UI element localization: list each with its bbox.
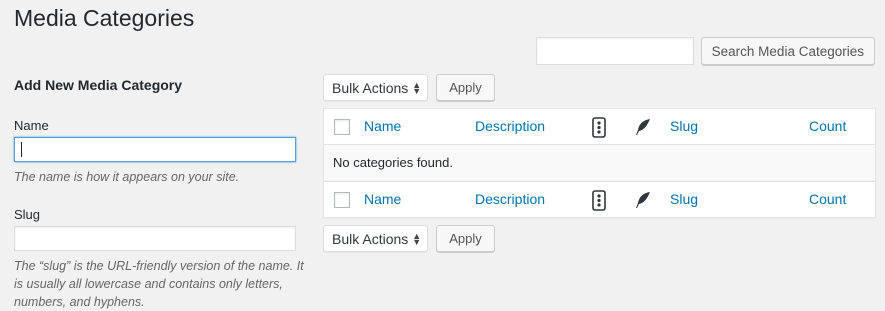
search-button[interactable]: Search Media Categories bbox=[700, 37, 875, 65]
order-icon bbox=[592, 117, 606, 141]
table-footer: Name Description Slug Count bbox=[324, 181, 875, 217]
bulk-actions-select-top[interactable]: Bulk Actions ▲ ▼ bbox=[323, 74, 429, 101]
slug-label: Slug bbox=[14, 207, 41, 222]
bulk-actions-select-bottom[interactable]: Bulk Actions ▲ ▼ bbox=[323, 225, 429, 252]
text-caret bbox=[21, 142, 22, 157]
select-all-checkbox[interactable] bbox=[334, 119, 350, 135]
table-row: No categories found. bbox=[324, 145, 875, 181]
search-box: Search Media Categories bbox=[535, 37, 875, 65]
apply-button-top[interactable]: Apply bbox=[436, 74, 495, 101]
bulk-actions-label: Bulk Actions bbox=[332, 79, 409, 96]
search-input[interactable] bbox=[535, 37, 694, 65]
add-new-category-form: Add New Media Category Name The name is … bbox=[14, 76, 309, 311]
column-description-sort[interactable]: Description bbox=[475, 118, 545, 134]
column-name-sort-footer[interactable]: Name bbox=[364, 191, 401, 207]
select-arrows-icon: ▲ ▼ bbox=[412, 79, 422, 96]
categories-list: Bulk Actions ▲▼ Apply Name Description bbox=[323, 74, 876, 252]
column-slug-sort-footer[interactable]: Slug bbox=[670, 191, 698, 207]
order-icon bbox=[592, 190, 606, 214]
slug-help-text: The “slug” is the URL-friendly version o… bbox=[14, 259, 304, 309]
slug-field[interactable] bbox=[14, 226, 296, 251]
name-field[interactable] bbox=[14, 137, 296, 162]
bulk-actions-label: Bulk Actions bbox=[332, 230, 409, 247]
form-heading: Add New Media Category bbox=[14, 77, 183, 93]
column-name-sort[interactable]: Name bbox=[364, 118, 401, 134]
select-all-checkbox-footer[interactable] bbox=[334, 192, 350, 208]
feather-icon bbox=[634, 191, 652, 212]
categories-table: Name Description Slug Count No categorie… bbox=[323, 108, 876, 218]
tablenav-bottom: Bulk Actions ▲ ▼ Apply bbox=[323, 225, 876, 252]
column-description-sort-footer[interactable]: Description bbox=[475, 191, 545, 207]
table-header: Name Description Slug Count bbox=[324, 109, 875, 145]
name-help-text: The name is how it appears on your site. bbox=[14, 170, 240, 184]
empty-message: No categories found. bbox=[333, 155, 453, 170]
column-slug-sort[interactable]: Slug bbox=[670, 118, 698, 134]
page-title: Media Categories bbox=[14, 5, 195, 31]
feather-icon bbox=[634, 118, 652, 139]
name-label: Name bbox=[14, 118, 49, 133]
select-arrows-icon: ▲ ▼ bbox=[412, 230, 422, 247]
tablenav-top: Bulk Actions ▲ ▼ Apply bbox=[323, 74, 876, 101]
apply-button-bottom[interactable]: Apply bbox=[436, 225, 495, 252]
column-count-sort-footer[interactable]: Count bbox=[809, 191, 846, 207]
column-count-sort[interactable]: Count bbox=[809, 118, 846, 134]
